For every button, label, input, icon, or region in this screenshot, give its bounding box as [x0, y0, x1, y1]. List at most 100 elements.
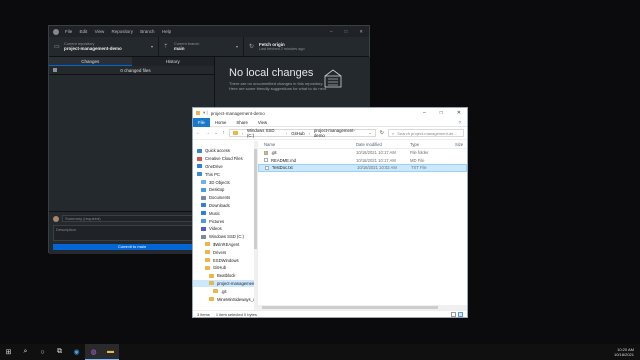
nav-item[interactable]: Pictures [193, 217, 257, 225]
file-explorer-taskbar-icon[interactable]: ▬ [102, 344, 119, 360]
menu-edit[interactable]: Edit [80, 29, 88, 34]
menu-view[interactable]: View [95, 29, 105, 34]
file-name: README.md [271, 157, 296, 163]
tab-changes[interactable]: Changes [49, 57, 132, 66]
nav-item[interactable]: Downloads [193, 202, 257, 210]
breadcrumb-drive[interactable]: Windows SSD (C:) [247, 128, 282, 138]
menu-file[interactable]: File [65, 29, 72, 34]
commit-description-input[interactable]: Description [53, 225, 211, 241]
nav-item[interactable]: Creative Cloud Files [193, 155, 257, 163]
github-desktop-taskbar-icon[interactable]: ◍ [85, 344, 102, 360]
nav-item[interactable]: MineMinSideways_d... [193, 295, 257, 303]
nav-item[interactable]: Beatblock [193, 272, 257, 280]
quick-access-toolbar-icon[interactable]: ▾ | [203, 110, 208, 116]
column-name[interactable]: Name [258, 142, 356, 147]
nav-item[interactable]: Windows SSD (C:) [193, 233, 257, 241]
nav-item[interactable]: project-management [193, 279, 257, 288]
nav-item-label: This PC [205, 171, 220, 177]
file-row[interactable]: .git 10/18/2021 10:17 AM File folder [258, 149, 467, 157]
nav-item[interactable]: Videos [193, 225, 257, 233]
file-name: .git [271, 150, 277, 156]
column-date-modified[interactable]: Date modified [356, 142, 410, 147]
maximize-icon[interactable]: □ [345, 29, 348, 35]
minimize-icon[interactable]: – [330, 29, 333, 35]
nav-item[interactable]: $WinREAgent [193, 241, 257, 249]
nav-item[interactable]: GitHub [193, 264, 257, 272]
breadcrumb-project[interactable]: project-management-demo [314, 128, 364, 138]
column-type[interactable]: Type [410, 142, 455, 147]
folder-icon [201, 195, 206, 200]
file-row[interactable]: TestDoc.txt 10/18/2021 10:02 AM TXT File [258, 164, 467, 172]
cloud-icon [197, 156, 202, 161]
current-branch-name: main [174, 46, 185, 51]
nav-item[interactable]: Quick access [193, 147, 257, 155]
current-repository-selector[interactable]: ▭ Current repository project-management-… [49, 37, 159, 56]
ribbon-share-tab[interactable]: Share [231, 120, 252, 125]
nav-item-label: Videos [209, 226, 222, 232]
search-input[interactable]: ⌕ Search project-management-de... [388, 129, 464, 137]
nav-item[interactable]: OneDrive [193, 163, 257, 171]
folder-icon [232, 131, 238, 135]
file-type: MD File [410, 157, 425, 163]
breadcrumb-github[interactable]: GitHub [291, 131, 304, 136]
folder-icon [201, 180, 206, 185]
details-view-icon[interactable] [451, 311, 456, 317]
file-name: TestDoc.txt [272, 165, 293, 171]
menu-branch[interactable]: Branch [140, 29, 154, 34]
nav-item-label: Beatblock [217, 273, 236, 279]
nav-item[interactable]: This PC [193, 170, 257, 178]
minimize-icon[interactable]: – [423, 110, 426, 116]
back-arrow-icon[interactable]: ← [196, 130, 201, 136]
ribbon-file-tab[interactable]: File [193, 117, 210, 127]
help-icon[interactable]: ? [454, 120, 467, 125]
menu-help[interactable]: Help [162, 29, 171, 34]
nav-item[interactable]: .git [193, 287, 257, 295]
folder-icon [201, 203, 206, 208]
nav-item[interactable]: Music [193, 209, 257, 217]
fetch-origin-button[interactable]: ↻ Fetch origin Last fetched 2 minutes ag… [244, 37, 324, 56]
column-size[interactable]: Size [455, 142, 467, 147]
large-icons-view-icon[interactable] [458, 311, 463, 317]
refresh-icon[interactable]: ↻ [380, 130, 384, 136]
menu-repository[interactable]: Repository [112, 29, 134, 34]
file-icon [264, 158, 268, 163]
forward-arrow-icon[interactable]: → [205, 130, 210, 136]
ribbon-home-tab[interactable]: Home [210, 120, 231, 125]
nav-item[interactable]: Desktop [193, 186, 257, 194]
windows-start-icon[interactable]: ⊞ [0, 344, 17, 360]
nav-item-label: Music [209, 210, 220, 216]
navigation-pane: Quick access Creative Cloud Files OneDrive… [193, 141, 258, 310]
nav-item[interactable]: Drivers [193, 248, 257, 256]
address-dropdown-icon[interactable]: ⌄ [368, 130, 375, 136]
task-view-icon[interactable]: ⧉ [51, 344, 68, 360]
close-icon[interactable]: ✕ [359, 29, 363, 35]
close-icon[interactable]: ✕ [457, 110, 461, 116]
commit-summary-input[interactable]: Summary (required) [62, 215, 211, 222]
tab-history[interactable]: History [132, 57, 215, 66]
cortana-icon[interactable]: ○ [34, 344, 51, 360]
up-arrow-icon[interactable]: ↑ [222, 130, 225, 136]
nav-item-label: Documents [209, 195, 231, 201]
nav-item[interactable]: Documents [193, 194, 257, 202]
ribbon-view-tab[interactable]: View [253, 120, 272, 125]
search-icon[interactable]: ⌕ [17, 344, 34, 360]
file-date: 10/18/2021 10:17 AM [356, 150, 396, 156]
maximize-icon[interactable]: □ [440, 110, 443, 116]
address-bar[interactable]: › Windows SSD (C:) › GitHub › project-ma… [228, 128, 376, 138]
file-row[interactable]: README.md 10/18/2021 10:17 AM MD File [258, 157, 467, 165]
current-repository-name: project-management-demo [64, 46, 122, 51]
folder-icon [209, 273, 214, 278]
no-local-changes-title: No local changes [229, 67, 314, 79]
nav-item-label: Desktop [209, 187, 225, 193]
navigation-scrollbar[interactable] [254, 141, 257, 310]
item-count: 3 items [197, 311, 210, 317]
system-clock[interactable]: 10:20 AM 10/18/2021 [614, 347, 640, 357]
nav-item[interactable]: ESDWindows [193, 256, 257, 264]
commit-button[interactable]: Commit to main [53, 244, 211, 250]
current-branch-selector[interactable]: ᛘ Current branch main ▾ [159, 37, 244, 56]
edge-browser-icon[interactable]: ◉ [68, 344, 85, 360]
cloud-icon [197, 164, 202, 169]
recent-locations-icon[interactable]: ⌄ [214, 130, 218, 136]
selection-info: 1 item selected 0 bytes [215, 311, 257, 317]
nav-item[interactable]: 3D Objects [193, 178, 257, 186]
